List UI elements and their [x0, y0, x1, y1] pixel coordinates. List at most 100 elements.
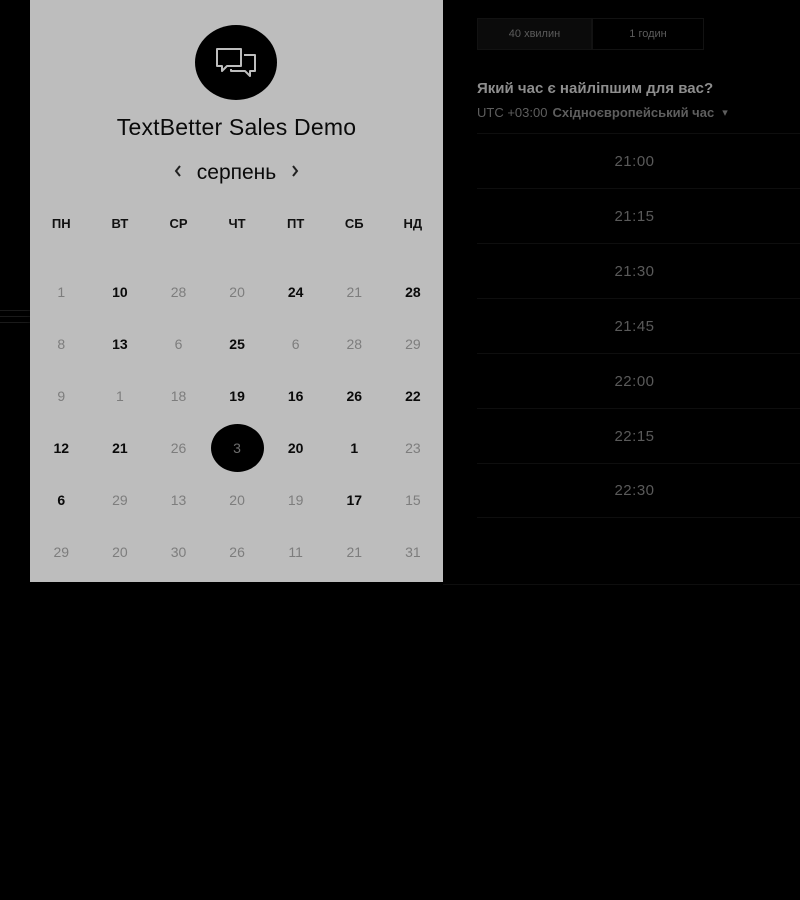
calendar-day-label: 28 [170, 284, 187, 300]
weekday-header: ПН ВТ СР ЧТ ПТ СБ НД [32, 216, 442, 231]
calendar-day-label: 19 [287, 492, 304, 508]
time-slot-button[interactable]: 22:00 [477, 353, 800, 408]
calendar-day: 20 [91, 526, 150, 578]
calendar-day[interactable]: 12 [32, 422, 91, 474]
calendar-day: 18 [149, 370, 208, 422]
time-slot-button[interactable]: 22:30 [477, 463, 800, 518]
calendar-day: 28 [149, 266, 208, 318]
calendar-day-label: 17 [346, 492, 363, 508]
calendar-day-label: 21 [112, 440, 128, 456]
calendar-day-label: 6 [57, 492, 66, 508]
calendar-day: 26 [149, 422, 208, 474]
calendar-day: 29 [384, 318, 443, 370]
calendar-day-label: 20 [112, 544, 128, 560]
calendar-day-label: 29 [112, 492, 128, 508]
calendar-day: 6 [149, 318, 208, 370]
calendar-day[interactable]: 24 [266, 266, 325, 318]
calendar-day-selected[interactable]: 3 [208, 422, 267, 474]
calendar-day[interactable]: 10 [91, 266, 150, 318]
calendar-day-label: 20 [287, 440, 304, 456]
time-slot-list: 21:00 21:15 21:30 21:45 22:00 22:15 22:30 [477, 133, 800, 518]
calendar-day: 21 [325, 526, 384, 578]
calendar-day-label: 16 [287, 388, 304, 404]
time-slot-button[interactable]: 21:15 [477, 188, 800, 243]
calendar-day[interactable]: 22 [384, 370, 443, 422]
calendar-day-label: 15 [405, 492, 421, 508]
calendar-day-label: 23 [405, 440, 421, 456]
calendar-day: 9 [32, 370, 91, 422]
calendar-day[interactable]: 28 [384, 266, 443, 318]
calendar-day-label: 24 [287, 284, 304, 300]
prev-month-button[interactable] [167, 158, 189, 188]
company-logo [195, 25, 277, 100]
calendar-day: 19 [266, 474, 325, 526]
calendar-day-label: 29 [405, 336, 421, 352]
weekday-label: ЧТ [228, 216, 246, 231]
weekday-label: НД [403, 216, 423, 231]
calendar-day: 20 [208, 474, 267, 526]
scheduling-page: TextBetter Sales Demo серпень ПН ВТ СР ЧТ ПТ… [0, 0, 800, 900]
calendar-day-label: 26 [170, 440, 187, 456]
calendar-day-label: 8 [57, 336, 66, 352]
calendar-day-label: 20 [229, 284, 245, 300]
background-divider [0, 316, 30, 317]
time-slot-button[interactable]: 21:45 [477, 298, 800, 353]
calendar-day-label: 3 [210, 424, 264, 472]
time-question-heading: Який час є найліпшим для вас? [477, 80, 714, 97]
calendar-day-label: 6 [291, 336, 300, 352]
calendar-day[interactable]: 25 [208, 318, 267, 370]
calendar-day-label: 29 [53, 544, 70, 560]
chevron-left-icon [173, 164, 183, 183]
weekday-label: ВТ [111, 216, 129, 231]
weekday-label: ПН [51, 216, 71, 231]
calendar-day-label: 21 [346, 544, 363, 560]
calendar-day-label: 9 [57, 388, 66, 404]
calendar-day[interactable]: 17 [325, 474, 384, 526]
calendar-day-label: 10 [112, 284, 128, 300]
next-month-button[interactable] [284, 158, 306, 188]
calendar-day-label: 28 [346, 336, 363, 352]
calendar-day-label: 13 [112, 336, 128, 352]
calendar-day: 1 [32, 266, 91, 318]
calendar-day: 1 [91, 370, 150, 422]
weekday-label: ПТ [287, 216, 305, 231]
chat-bubbles-icon [214, 46, 258, 80]
calendar-day-label: 1 [115, 388, 124, 404]
calendar-day[interactable]: 21 [91, 422, 150, 474]
calendar-day: 28 [325, 318, 384, 370]
calendar-day[interactable]: 19 [208, 370, 267, 422]
calendar-day[interactable]: 1 [325, 422, 384, 474]
calendar-day[interactable]: 20 [266, 422, 325, 474]
timezone-offset: UTC +03:00 [477, 105, 548, 120]
time-slot-button[interactable]: 21:30 [477, 243, 800, 298]
calendar-day-label: 12 [53, 440, 70, 456]
background-divider [0, 322, 30, 323]
calendar-day-label: 26 [346, 388, 363, 404]
calendar-day-label: 26 [229, 544, 245, 560]
calendar-day: 20 [208, 266, 267, 318]
calendar-day: 29 [32, 526, 91, 578]
time-slot-button[interactable]: 21:00 [477, 133, 800, 188]
calendar-day-label: 11 [288, 544, 303, 560]
calendar-day-label: 21 [346, 284, 363, 300]
duration-option-button[interactable]: 1 годин [592, 18, 704, 50]
calendar-day[interactable]: 13 [91, 318, 150, 370]
calendar-day-label: 13 [170, 492, 187, 508]
calendar-day-label: 18 [170, 388, 187, 404]
calendar-day: 23 [384, 422, 443, 474]
calendar-day: 11 [266, 526, 325, 578]
timezone-selector[interactable]: UTC +03:00 Східноєвропейський час ▾ [477, 105, 728, 120]
time-slot-button[interactable]: 22:15 [477, 408, 800, 463]
background-divider [0, 310, 30, 311]
chevron-right-icon [290, 164, 300, 183]
duration-option-button[interactable]: 40 хвилин [477, 18, 592, 50]
calendar-day[interactable]: 6 [32, 474, 91, 526]
calendar-day: 13 [149, 474, 208, 526]
calendar-day[interactable]: 26 [325, 370, 384, 422]
calendar-day-label: 28 [405, 284, 421, 300]
calendar-day-label: 19 [229, 388, 245, 404]
company-name: TextBetter Sales Demo [116, 114, 357, 140]
calendar-day[interactable]: 16 [266, 370, 325, 422]
calendar-day: 31 [384, 526, 443, 578]
month-navigation: серпень [30, 158, 443, 188]
